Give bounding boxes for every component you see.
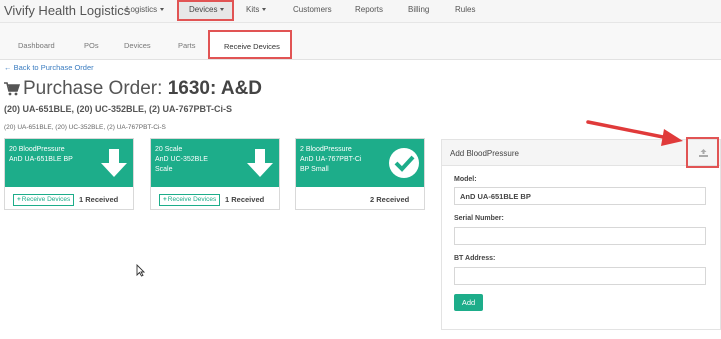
back-to-po-link[interactable]: ← Back to Purchase Order	[4, 63, 94, 72]
check-circle-icon	[389, 148, 419, 178]
add-device-panel: Add BloodPressure Model: AnD UA-651BLE B…	[441, 139, 721, 330]
received-count: 2 Received	[370, 195, 410, 204]
received-count: 1 Received	[225, 195, 265, 204]
card-line-2: AnD UA-767PBT-Ci	[300, 156, 362, 163]
nav-billing[interactable]: Billing	[408, 5, 429, 14]
received-count: 1 Received	[79, 195, 119, 204]
panel-title: Add BloodPressure	[450, 149, 519, 158]
bt-address-field[interactable]	[454, 267, 706, 285]
po-summary: (20) UA-651BLE, (20) UC-352BLE, (2) UA-7…	[4, 104, 233, 114]
nav-logistics[interactable]: Logistics	[126, 5, 165, 14]
plus-icon: +	[17, 196, 21, 203]
upload-icon	[699, 149, 708, 157]
nav-rules[interactable]: Rules	[455, 5, 475, 14]
nav-devices-label: Devices	[189, 5, 218, 14]
bt-address-label: BT Address:	[454, 255, 496, 262]
subnav-tabs: Dashboard POs Devices Parts	[0, 23, 721, 60]
card-line-1: 20 BloodPressure	[9, 146, 65, 153]
back-to-po-label: Back to Purchase Order	[13, 63, 94, 72]
card-text: 2 BloodPressure AnD UA-767PBT-Ci BP Smal…	[300, 145, 361, 175]
top-navbar: Vivify Health Logistics Logistics Kits C…	[0, 0, 721, 23]
annotation-arrow-icon	[586, 120, 683, 146]
device-card-bp-small: 2 BloodPressure AnD UA-767PBT-Ci BP Smal…	[295, 138, 425, 210]
chevron-down-icon	[262, 8, 267, 11]
tab-dashboard[interactable]: Dashboard	[18, 41, 55, 50]
po-number: 1630: A&D	[167, 78, 263, 99]
model-field[interactable]: AnD UA-651BLE BP	[454, 187, 706, 205]
download-arrow-icon	[247, 149, 273, 177]
card-line-3: BP Small	[300, 166, 329, 173]
receive-devices-button[interactable]: +Receive Devices	[159, 194, 221, 206]
nav-customers[interactable]: Customers	[293, 5, 332, 14]
card-line-2: AnD UA-651BLE BP	[9, 156, 73, 163]
card-line-1: 20 Scale	[155, 146, 183, 153]
plus-icon: +	[163, 196, 167, 203]
nav-logistics-label: Logistics	[126, 5, 158, 14]
po-summary-small: (20) UA-651BLE, (20) UC-352BLE, (2) UA-7…	[4, 124, 166, 131]
chevron-down-icon	[160, 8, 165, 11]
po-title-prefix: Purchase Order:	[23, 78, 163, 99]
card-line-1: 2 BloodPressure	[300, 146, 352, 153]
tab-pos[interactable]: POs	[84, 41, 99, 50]
device-card-bloodpressure: 20 BloodPressure AnD UA-651BLE BP +Recei…	[4, 138, 134, 210]
receive-devices-button[interactable]: +Receive Devices	[13, 194, 75, 206]
card-text: 20 BloodPressure AnD UA-651BLE BP	[9, 145, 73, 165]
tab-receive-devices[interactable]: Receive Devices	[208, 30, 292, 59]
model-label: Model:	[454, 176, 477, 183]
tab-receive-devices-label: Receive Devices	[224, 42, 280, 51]
mouse-cursor-icon	[136, 264, 145, 277]
card-line-3: Scale	[155, 166, 173, 173]
arrow-left-icon: ←	[4, 63, 12, 72]
shopping-cart-icon	[4, 82, 20, 96]
upload-button[interactable]	[686, 137, 719, 168]
nav-kits[interactable]: Kits	[246, 5, 267, 14]
nav-devices[interactable]: Devices	[177, 0, 234, 21]
serial-number-field[interactable]	[454, 227, 706, 245]
serial-number-label: Serial Number:	[454, 215, 504, 222]
brand-logo[interactable]: Vivify Health Logistics	[4, 3, 130, 18]
tab-parts[interactable]: Parts	[178, 41, 196, 50]
nav-kits-label: Kits	[246, 5, 260, 14]
nav-reports[interactable]: Reports	[355, 5, 383, 14]
receive-devices-label: Receive Devices	[167, 196, 217, 203]
page-title: Purchase Order: 1630: A&D	[4, 78, 262, 100]
chevron-down-icon	[220, 8, 225, 11]
device-card-scale: 20 Scale AnD UC-352BLE Scale +Receive De…	[150, 138, 280, 210]
tab-devices[interactable]: Devices	[124, 41, 151, 50]
card-header: 20 BloodPressure AnD UA-651BLE BP	[5, 139, 133, 187]
card-header: 20 Scale AnD UC-352BLE Scale	[151, 139, 279, 187]
add-button[interactable]: Add	[454, 294, 483, 311]
card-header: 2 BloodPressure AnD UA-767PBT-Ci BP Smal…	[296, 139, 424, 187]
receive-devices-label: Receive Devices	[21, 196, 71, 203]
download-arrow-icon	[101, 149, 127, 177]
card-text: 20 Scale AnD UC-352BLE Scale	[155, 145, 208, 175]
card-line-2: AnD UC-352BLE	[155, 156, 208, 163]
